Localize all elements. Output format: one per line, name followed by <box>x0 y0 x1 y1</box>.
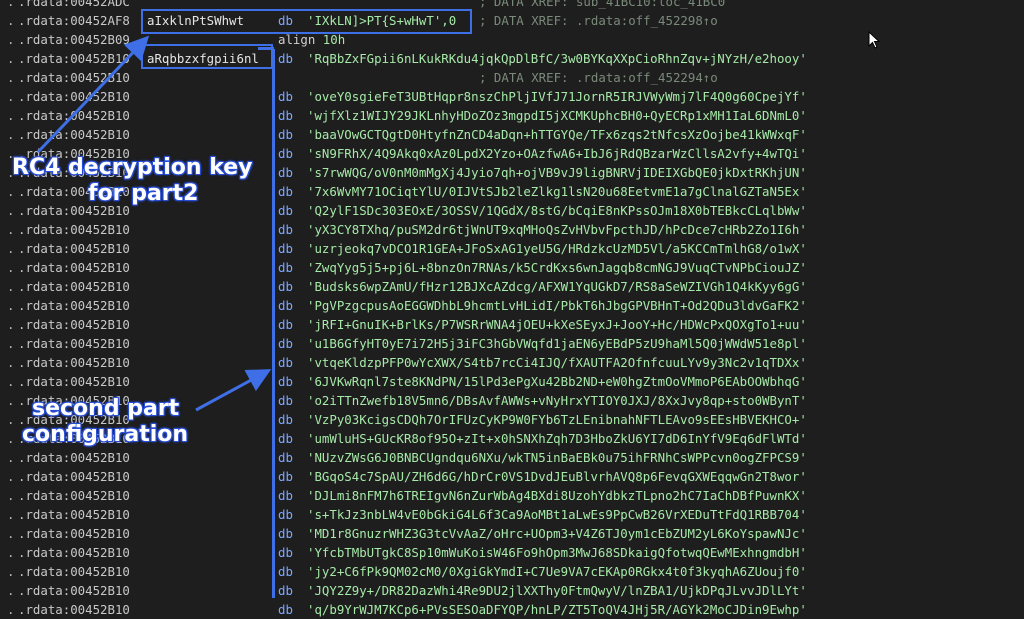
address: .rdata:00452B10 <box>18 602 130 617</box>
rc4-annotation-line2: for part2 <box>88 181 199 206</box>
rc4-annotation-line1: RC4 decryption key <box>12 155 253 180</box>
second-part-annotation-line2: configuration <box>22 422 189 447</box>
mnemonic: db <box>278 602 293 617</box>
mouse-cursor-icon <box>868 31 880 49</box>
second-part-annotation-line1: second part <box>32 396 180 421</box>
second-part-arrow <box>195 369 272 412</box>
second-part-annotation: second part configuration <box>22 396 188 448</box>
gutter-dot: . <box>7 602 15 617</box>
annotation-arrows <box>36 35 272 412</box>
data-row[interactable]: . .rdata:00452B10 db 'q/b9YrWJM7KCp6+PVsSES… <box>0 600 1024 619</box>
rc4-annotation: RC4 decryption key for part2 <box>12 155 253 207</box>
rc4-arrow <box>36 35 150 154</box>
string-operand: 'q/b9YrWJM7KCp6+PVsSESOaDFYQP/hnLP/ZT5To… <box>307 602 807 617</box>
